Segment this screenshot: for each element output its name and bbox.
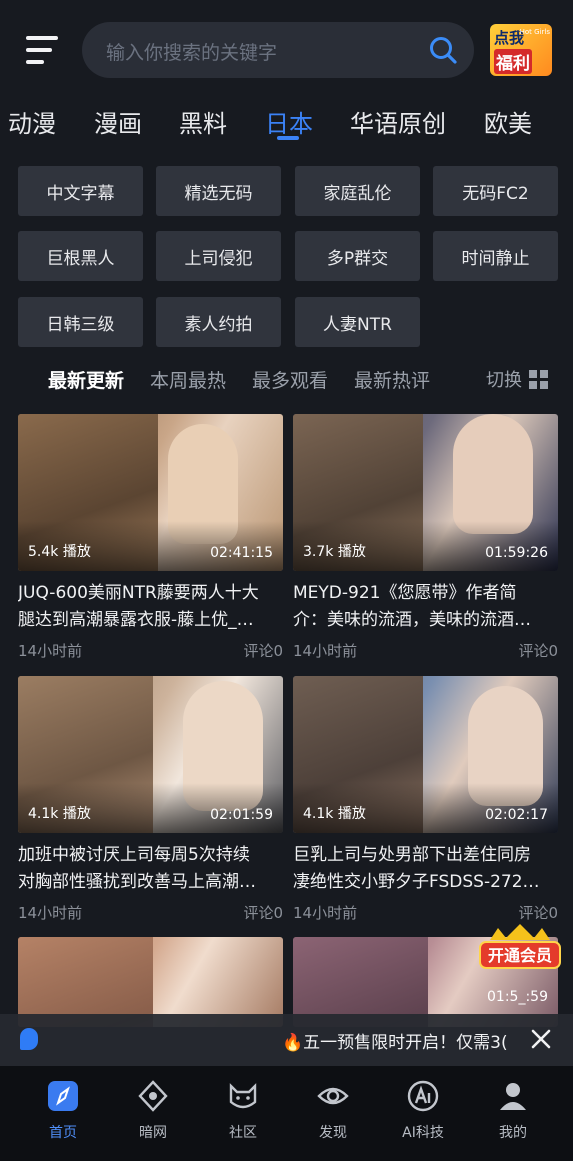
tag-5[interactable]: 巨根黑人: [18, 231, 143, 281]
tab-profile-label: 我的: [499, 1125, 527, 1141]
comment-count[interactable]: 评论0: [518, 902, 558, 923]
view-count: 4.1k 播放: [28, 806, 91, 822]
sort-most-viewed[interactable]: 最多观看: [252, 366, 328, 393]
tab-comics[interactable]: 漫画: [94, 104, 142, 139]
video-title-line1: 加班中被讨厌上司每周5次持续: [18, 845, 250, 865]
grid-view-icon[interactable]: [529, 370, 548, 389]
video-title[interactable]: JUQ-600美丽NTR藤要两人十大 腿达到高潮暴露衣服-藤上优_…: [18, 580, 283, 634]
tab-home[interactable]: 首页: [33, 1080, 93, 1142]
video-title-line1: 巨乳上司与处男部下出差住同房: [293, 845, 531, 865]
active-tab-indicator: [277, 136, 299, 140]
tab-community[interactable]: 社区: [213, 1080, 273, 1142]
sort-hot-comments[interactable]: 最新热评: [354, 366, 430, 393]
post-time: 14小时前: [293, 904, 358, 922]
tab-profile[interactable]: 我的: [483, 1080, 543, 1142]
tab-anime[interactable]: 动漫: [8, 104, 56, 139]
video-duration: 01:5_:59: [487, 989, 548, 1005]
ai-tech-icon: [407, 1080, 439, 1112]
tab-ai-tech-label: AI科技: [402, 1125, 444, 1141]
tab-ai-tech[interactable]: AI科技: [393, 1080, 453, 1142]
tag-jk-category3[interactable]: 日韩三级: [18, 297, 143, 347]
video-title-line2: 腿达到高潮暴露衣服-藤上优_…: [18, 610, 254, 630]
video-title-line2: 凄绝性交小野夕子FSDSS-272…: [293, 872, 540, 892]
search-placeholder: 输入你搜索的关键字: [106, 42, 278, 64]
vip-badge[interactable]: 开通会员: [478, 922, 562, 978]
tag-family[interactable]: 家庭乱伦: [295, 166, 420, 216]
tag-ntr[interactable]: 人妻NTR: [295, 297, 420, 347]
tag-amateur[interactable]: 素人约拍: [156, 297, 281, 347]
video-title-line1: MEYD-921《您愿带》作者简: [293, 583, 517, 603]
comment-count[interactable]: 评论0: [243, 640, 283, 661]
video-title[interactable]: 巨乳上司与处男部下出差住同房 凄绝性交小野夕子FSDSS-272…: [293, 842, 558, 896]
view-count: 4.1k 播放: [303, 806, 366, 822]
video-duration: 02:02:17: [485, 807, 548, 823]
tab-home-label: 首页: [49, 1125, 77, 1141]
bottom-tab-bar: 首页 暗网 社区 发现 AI科技 我的: [0, 1066, 573, 1161]
notice-banner[interactable]: 🔥五一预售限时开启！仅需3(: [0, 1014, 573, 1066]
view-count: 3.7k 播放: [303, 544, 366, 560]
video-title-line1: JUQ-600美丽NTR藤要两人十大: [18, 583, 259, 603]
darknet-hood-icon: [138, 1080, 168, 1112]
video-duration: 02:41:15: [210, 545, 273, 561]
profile-icon: [500, 1083, 526, 1110]
video-title-line2: 介：美味的流酒，美味的流酒…: [293, 610, 531, 630]
post-time: 14小时前: [18, 904, 83, 922]
video-thumbnail[interactable]: 5.4k 播放 02:41:15: [18, 414, 283, 571]
tab-darknet-label: 暗网: [139, 1125, 167, 1141]
tab-community-label: 社区: [229, 1125, 257, 1141]
video-title[interactable]: 加班中被讨厌上司每周5次持续 对胸部性骚扰到改善马上高潮…: [18, 842, 283, 896]
video-duration: 02:01:59: [210, 807, 273, 823]
post-time: 14小时前: [293, 642, 358, 660]
tab-japan[interactable]: 日本: [265, 104, 313, 139]
tag-group[interactable]: 多P群交: [295, 231, 420, 281]
top-bar: 输入你搜索的关键字 点我 Hot Girls 福利: [0, 0, 573, 100]
tag-boss[interactable]: 上司侵犯: [156, 231, 281, 281]
sort-weekly-hot[interactable]: 本周最热: [150, 366, 226, 393]
tab-darknet[interactable]: 暗网: [123, 1080, 183, 1142]
comment-count[interactable]: 评论0: [518, 640, 558, 661]
vip-badge-text: 开通会员: [488, 946, 552, 965]
promo-tag: Hot Girls: [519, 28, 550, 36]
tag-selected-uncensored[interactable]: 精选无码: [156, 166, 281, 216]
tab-chinese-original[interactable]: 华语原创: [350, 104, 446, 139]
cat-community-icon: [229, 1083, 257, 1109]
home-compass-icon: [48, 1081, 78, 1111]
layout-switch-label[interactable]: 切换: [486, 366, 522, 392]
menu-icon[interactable]: [26, 36, 58, 64]
video-thumbnail[interactable]: 3.7k 播放 01:59:26: [293, 414, 558, 571]
view-count: 5.4k 播放: [28, 544, 91, 560]
comment-count[interactable]: 评论0: [243, 902, 283, 923]
sort-latest[interactable]: 最新更新: [48, 366, 124, 393]
tag-time-stop[interactable]: 时间静止: [433, 231, 558, 281]
sort-bar: 最新更新 本周最热 最多观看 最新热评 切换: [0, 366, 573, 396]
video-title-line2: 对胸部性骚扰到改善马上高潮…: [18, 872, 256, 892]
tab-discover-label: 发现: [319, 1125, 347, 1141]
promo-line2: 福利: [494, 49, 532, 74]
tab-gossip[interactable]: 黑料: [179, 104, 227, 139]
tag-fc2[interactable]: 无码FC2: [433, 166, 558, 216]
tab-western[interactable]: 欧美: [484, 104, 532, 139]
tab-discover[interactable]: 发现: [303, 1080, 363, 1142]
video-duration: 01:59:26: [485, 545, 548, 561]
search-icon[interactable]: [428, 35, 458, 65]
close-icon[interactable]: [530, 1028, 552, 1050]
video-thumbnail[interactable]: 4.1k 播放 02:01:59: [18, 676, 283, 833]
eye-discover-icon: [317, 1087, 349, 1105]
notice-text: 🔥五一预售限时开启！仅需3(: [282, 1033, 508, 1053]
post-time: 14小时前: [18, 642, 83, 660]
promo-welfare-button[interactable]: 点我 Hot Girls 福利: [490, 24, 552, 76]
video-title[interactable]: MEYD-921《您愿带》作者简 介：美味的流酒，美味的流酒…: [293, 580, 558, 634]
search-input[interactable]: 输入你搜索的关键字: [82, 22, 474, 78]
chat-bubble-icon: [20, 1028, 38, 1050]
video-thumbnail[interactable]: 4.1k 播放 02:02:17: [293, 676, 558, 833]
tag-chinese-subtitles[interactable]: 中文字幕: [18, 166, 143, 216]
